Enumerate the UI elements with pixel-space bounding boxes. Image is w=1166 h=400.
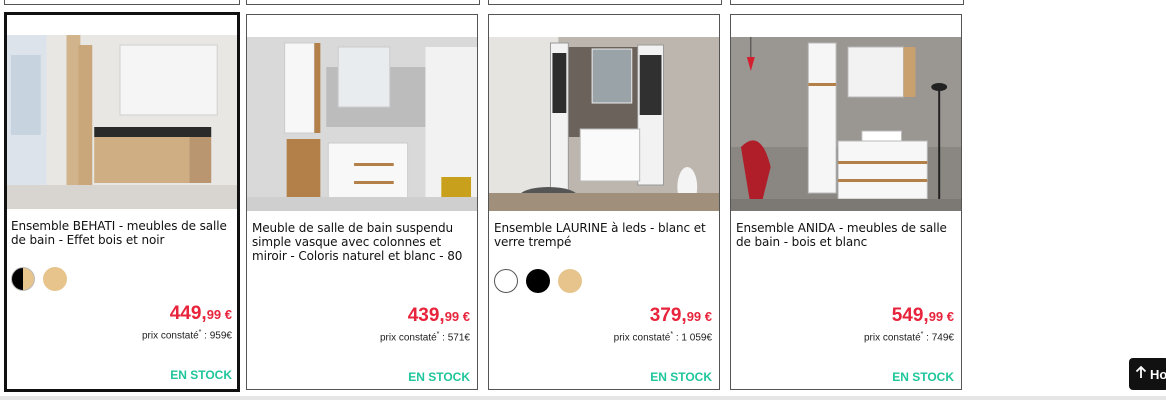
price: 379,99 € (649, 305, 712, 326)
swatch-black-wood[interactable] (11, 267, 35, 291)
reference-price: prix constaté* : 1 059€ (613, 331, 712, 344)
product-image[interactable] (7, 35, 237, 209)
stock-status: EN STOCK (650, 370, 712, 384)
page-bottom-edge (0, 396, 1166, 400)
swatch-wood[interactable] (43, 267, 67, 291)
product-title[interactable]: Meuble de salle de bain suspendu simple … (252, 221, 471, 263)
home-button-label: Ho (1150, 366, 1166, 382)
previous-row-card (488, 0, 722, 5)
product-title[interactable]: Ensemble LAURINE à leds - blanc et verre… (494, 221, 713, 249)
swatch-black[interactable] (526, 269, 550, 293)
price: 439,99 € (407, 305, 470, 326)
product-title[interactable]: Ensemble ANIDA - meubles de salle de bai… (736, 221, 955, 249)
product-card[interactable]: Ensemble BEHATI - meubles de salle de ba… (4, 12, 240, 392)
product-card[interactable]: Meuble de salle de bain suspendu simple … (246, 14, 478, 390)
price: 549,99 € (891, 305, 954, 326)
reference-price: prix constaté* : 749€ (863, 331, 954, 344)
reference-price: prix constaté* : 959€ (141, 329, 232, 342)
color-swatches (494, 269, 582, 293)
home-button[interactable]: Ho (1129, 358, 1166, 390)
product-image[interactable] (489, 37, 719, 211)
swatch-wood[interactable] (558, 269, 582, 293)
swatch-white[interactable] (494, 269, 518, 293)
previous-row-card (246, 0, 480, 5)
product-image[interactable] (247, 37, 477, 211)
previous-row-card (4, 0, 240, 5)
stock-status: EN STOCK (170, 368, 232, 382)
product-card[interactable]: Ensemble LAURINE à leds - blanc et verre… (488, 14, 720, 390)
product-card[interactable]: Ensemble ANIDA - meubles de salle de bai… (730, 14, 962, 390)
reference-price: prix constaté* : 571€ (379, 331, 470, 344)
product-image[interactable] (731, 37, 961, 211)
previous-row-card (730, 0, 964, 5)
price: 449,99 € (169, 303, 232, 324)
stock-status: EN STOCK (892, 370, 954, 384)
product-title[interactable]: Ensemble BEHATI - meubles de salle de ba… (11, 219, 231, 247)
color-swatches (11, 267, 67, 291)
stock-status: EN STOCK (408, 370, 470, 384)
arrow-up-icon (1135, 365, 1147, 382)
